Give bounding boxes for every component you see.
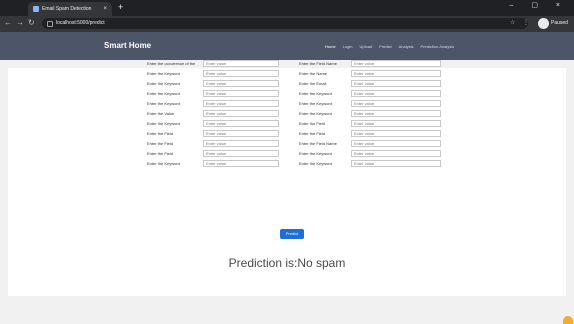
field-label: Enter the occurrence of the	[147, 61, 196, 66]
text-input[interactable]: Enter value	[351, 150, 441, 157]
tab-close-icon[interactable]: ×	[103, 2, 107, 16]
notification-icon[interactable]	[563, 316, 573, 324]
form-row: Enter the Keyword Enter value Enter the Em…	[137, 80, 441, 90]
text-input[interactable]: Enter value	[351, 160, 441, 167]
field-label: Enter the Email	[299, 81, 327, 86]
reload-icon[interactable]: ↻	[28, 18, 35, 27]
nav-link-login[interactable]: Login	[343, 44, 353, 49]
text-input[interactable]: Enter value	[203, 160, 279, 167]
prediction-form: Enter the occurrence of the Enter value En…	[137, 60, 441, 170]
page-footer	[0, 300, 574, 324]
profile-button[interactable]: Paused	[538, 18, 570, 29]
nav-link-predict[interactable]: Predict	[379, 44, 391, 49]
avatar	[538, 18, 549, 29]
form-row: Enter the Keyword Enter value Enter the Na…	[137, 70, 441, 80]
field-label: Enter the Field Name	[299, 61, 337, 66]
text-input[interactable]: Enter value	[203, 100, 279, 107]
text-input[interactable]: Enter value	[351, 110, 441, 117]
text-input[interactable]: Enter value	[203, 80, 279, 87]
field-label: Enter the Keyword	[147, 161, 180, 166]
text-input[interactable]: Enter value	[351, 60, 441, 67]
browser-tab-title: Email Spam Detection	[42, 6, 92, 12]
browser-toolbar: ← → ↻ localhost:5000/predict ☆ ⋮ Paused	[0, 16, 574, 32]
app-navbar: Smart Home Home Login Upload Predict Ana…	[0, 32, 574, 60]
field-label: Enter the Keyword	[147, 71, 180, 76]
form-row: Enter the Keyword Enter value Enter the Ke…	[137, 100, 441, 110]
form-row: Enter the occurrence of the Enter value En…	[137, 60, 441, 70]
field-label: Enter the Value	[147, 111, 175, 116]
field-label: Enter the Name	[299, 71, 328, 76]
text-input[interactable]: Enter value	[203, 70, 279, 77]
forward-icon[interactable]: →	[16, 18, 24, 27]
text-input[interactable]: Enter value	[351, 80, 441, 87]
form-row: Enter the Field Enter value Enter the Fiel…	[137, 140, 441, 150]
profile-name: Paused	[551, 20, 568, 26]
field-label: Enter the Keyword	[299, 91, 332, 96]
text-input[interactable]: Enter value	[203, 90, 279, 97]
text-input[interactable]: Enter value	[203, 60, 279, 67]
field-label: Enter the Field	[147, 131, 174, 136]
form-row: Enter the Field Enter value Enter the Fiel…	[137, 130, 441, 140]
field-label: Enter the Keyword	[299, 101, 332, 106]
field-label: Enter the Keyword	[299, 161, 332, 166]
new-tab-icon[interactable]: +	[118, 2, 123, 12]
text-input[interactable]: Enter value	[351, 120, 441, 127]
text-input[interactable]: Enter value	[351, 130, 441, 137]
field-label: Enter the Field Name	[299, 141, 337, 146]
nav-link-upload[interactable]: Upload	[359, 44, 372, 49]
back-icon[interactable]: ←	[4, 18, 12, 27]
text-input[interactable]: Enter value	[203, 140, 279, 147]
field-label: Enter the Field	[299, 131, 326, 136]
text-input[interactable]: Enter value	[351, 140, 441, 147]
text-input[interactable]: Enter value	[203, 150, 279, 157]
field-label: Enter the Field	[147, 141, 174, 146]
field-label: Enter the Keyword	[299, 111, 332, 116]
field-label: Enter the Field	[147, 151, 174, 156]
lock-icon	[47, 21, 53, 27]
address-bar[interactable]: localhost:5000/predict	[42, 18, 528, 29]
field-label: Enter the Keyword	[299, 151, 332, 156]
browser-tab-bar: Email Spam Detection × + – ▢ ×	[0, 0, 574, 16]
text-input[interactable]: Enter value	[203, 130, 279, 137]
favicon-icon	[33, 6, 39, 12]
text-input[interactable]: Enter value	[351, 100, 441, 107]
text-input[interactable]: Enter value	[203, 110, 279, 117]
form-row: Enter the Keyword Enter value Enter the Ke…	[137, 90, 441, 100]
predict-button[interactable]: Predict	[280, 229, 304, 239]
field-label: Enter the Keyword	[147, 91, 180, 96]
nav-link-home[interactable]: Home	[325, 44, 336, 49]
text-input[interactable]: Enter value	[351, 90, 441, 97]
form-row: Enter the Keyword Enter value Enter the Ke…	[137, 160, 441, 170]
field-label: Enter the Field	[299, 121, 326, 126]
prediction-result: Prediction is:No spam	[228, 256, 346, 270]
text-input[interactable]: Enter value	[203, 120, 279, 127]
window-controls[interactable]: – ▢ ×	[510, 1, 568, 9]
form-row: Enter the Field Enter value Enter the Keyw…	[137, 150, 441, 160]
brand-title[interactable]: Smart Home	[104, 32, 151, 60]
text-input[interactable]: Enter value	[351, 70, 441, 77]
field-label: Enter the Keyword	[147, 101, 180, 106]
extensions-icon[interactable]: ☆ ⋮	[510, 19, 532, 26]
browser-tab[interactable]: Email Spam Detection ×	[28, 2, 112, 16]
nav-link-analysis[interactable]: Analysis	[399, 44, 414, 49]
field-label: Enter the Keyword	[147, 121, 180, 126]
nav-links: Home Login Upload Predict Analysis Predi…	[325, 32, 454, 60]
url-text: localhost:5000/predict	[56, 20, 105, 26]
form-row: Enter the Value Enter value Enter the Keyw…	[137, 110, 441, 120]
field-label: Enter the Keyword	[147, 81, 180, 86]
form-row: Enter the Keyword Enter value Enter the Fi…	[137, 120, 441, 130]
nav-link-prediction-analysis[interactable]: Prediction Analysis	[421, 44, 455, 49]
